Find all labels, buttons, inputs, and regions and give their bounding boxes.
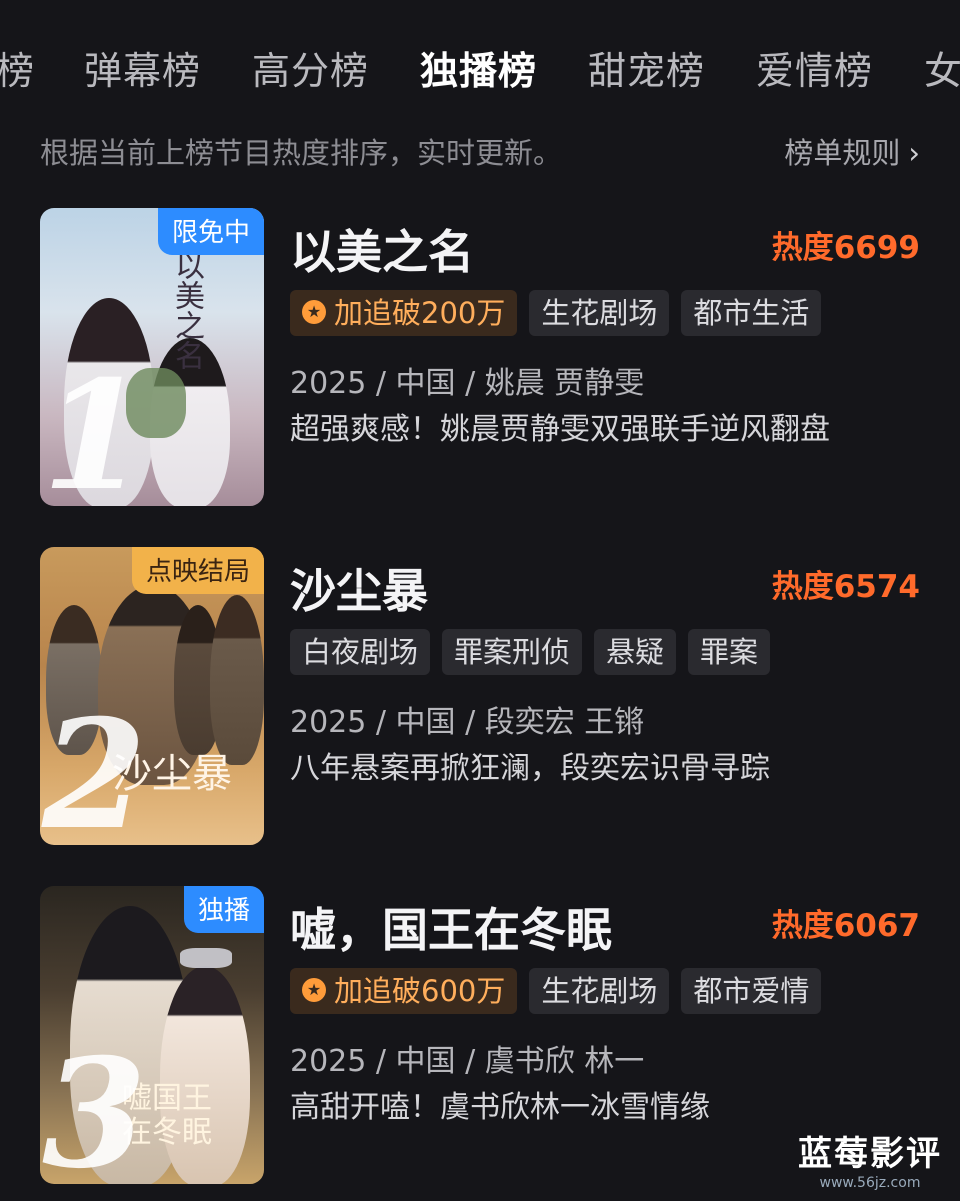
- ranking-item-1[interactable]: 以美之名 限免中 1 以美之名 热度6699 ★ 加追破200万 生花剧场 都市生活 …: [40, 208, 920, 508]
- chevron-right-icon: ›: [908, 136, 920, 170]
- tag-row: 白夜剧场 罪案刑侦 悬疑 罪案: [290, 629, 782, 675]
- tab-romance[interactable]: 爱情榜: [756, 40, 873, 95]
- item-title[interactable]: 以美之名: [290, 216, 474, 282]
- rank-number: 2: [42, 687, 147, 845]
- status-badge: 限免中: [157, 208, 264, 255]
- poster-2[interactable]: 沙尘暴 点映结局 2: [40, 547, 264, 845]
- tab-partial-right[interactable]: 女: [924, 40, 960, 95]
- poster-1[interactable]: 以美之名 限免中 1: [40, 208, 264, 506]
- tag-chase-count: ★ 加追破200万: [290, 290, 518, 336]
- crown-icon: [180, 948, 232, 968]
- tag[interactable]: 罪案: [688, 629, 771, 675]
- rules-link[interactable]: 榜单规则 ›: [784, 130, 920, 172]
- ranking-item-2[interactable]: 沙尘暴 点映结局 2 沙尘暴 热度6574 白夜剧场 罪案刑侦 悬疑 罪案 2025 …: [40, 547, 920, 847]
- rank-number: 1: [42, 348, 147, 506]
- ranking-item-3[interactable]: 嘘国王在冬眠 独播 3 嘘，国王在冬眠 热度6067 ★ 加追破600万 生花剧场都…: [40, 886, 920, 1186]
- rules-label: 榜单规则: [784, 136, 901, 170]
- heat-value: 热度6574: [771, 569, 920, 605]
- heat-value: 热度6067: [771, 908, 920, 944]
- tab-sweet[interactable]: 甜宠榜: [588, 40, 705, 95]
- tag-row: ★ 加追破600万 生花剧场 都市爱情: [290, 968, 833, 1014]
- item-title[interactable]: 嘘，国王在冬眠: [290, 894, 612, 960]
- tag[interactable]: 白夜剧场: [290, 629, 431, 675]
- tag[interactable]: 生花剧场: [529, 968, 670, 1014]
- star-coin-icon: ★: [302, 978, 326, 1002]
- ranking-tabs: 榜 弹幕榜 高分榜 独播榜 甜宠榜 爱情榜 女: [0, 34, 960, 98]
- ranking-subbar: 根据当前上榜节目热度排序，实时更新。 榜单规则 ›: [40, 126, 920, 170]
- tag-chase-count: ★ 加追破600万: [290, 968, 518, 1014]
- tag[interactable]: 都市爱情: [681, 968, 822, 1014]
- item-slogan: 八年悬案再掀狂澜，段奕宏识骨寻踪: [290, 751, 770, 786]
- tab-partial-left[interactable]: 榜: [0, 40, 35, 95]
- item-slogan: 高甜开嗑！虞书欣林一冰雪情缘: [290, 1090, 710, 1125]
- tag[interactable]: 悬疑: [594, 629, 677, 675]
- rank-number: 3: [42, 1026, 147, 1184]
- status-badge: 点映结局: [131, 547, 264, 594]
- tab-danmu[interactable]: 弹幕榜: [84, 40, 201, 95]
- ranking-description: 根据当前上榜节目热度排序，实时更新。: [40, 136, 563, 170]
- item-title[interactable]: 沙尘暴: [290, 555, 428, 621]
- tab-exclusive[interactable]: 独播榜: [420, 40, 537, 95]
- watermark-title: 蓝莓影评: [798, 1134, 942, 1174]
- poster-figure: [210, 595, 264, 765]
- watermark: 蓝莓影评 www.56jz.com: [798, 1126, 942, 1191]
- tag-row: ★ 加追破200万 生花剧场 都市生活: [290, 290, 833, 336]
- item-meta: 2025 / 中国 / 段奕宏 王锵: [290, 705, 645, 740]
- poster-title: 以美之名: [169, 250, 204, 370]
- poster-figure: [160, 966, 250, 1184]
- tab-high-score[interactable]: 高分榜: [252, 40, 369, 95]
- tag[interactable]: 都市生活: [681, 290, 822, 336]
- item-slogan: 超强爽感！姚晨贾静雯双强联手逆风翻盘: [290, 412, 830, 447]
- watermark-url: www.56jz.com: [819, 1175, 921, 1191]
- tag[interactable]: 生花剧场: [529, 290, 670, 336]
- star-coin-icon: ★: [302, 300, 326, 324]
- item-meta: 2025 / 中国 / 虞书欣 林一: [290, 1044, 645, 1079]
- heat-value: 热度6699: [771, 230, 920, 266]
- tag[interactable]: 罪案刑侦: [442, 629, 583, 675]
- poster-3[interactable]: 嘘国王在冬眠 独播 3: [40, 886, 264, 1184]
- status-badge: 独播: [183, 886, 264, 933]
- item-meta: 2025 / 中国 / 姚晨 贾静雯: [290, 366, 645, 401]
